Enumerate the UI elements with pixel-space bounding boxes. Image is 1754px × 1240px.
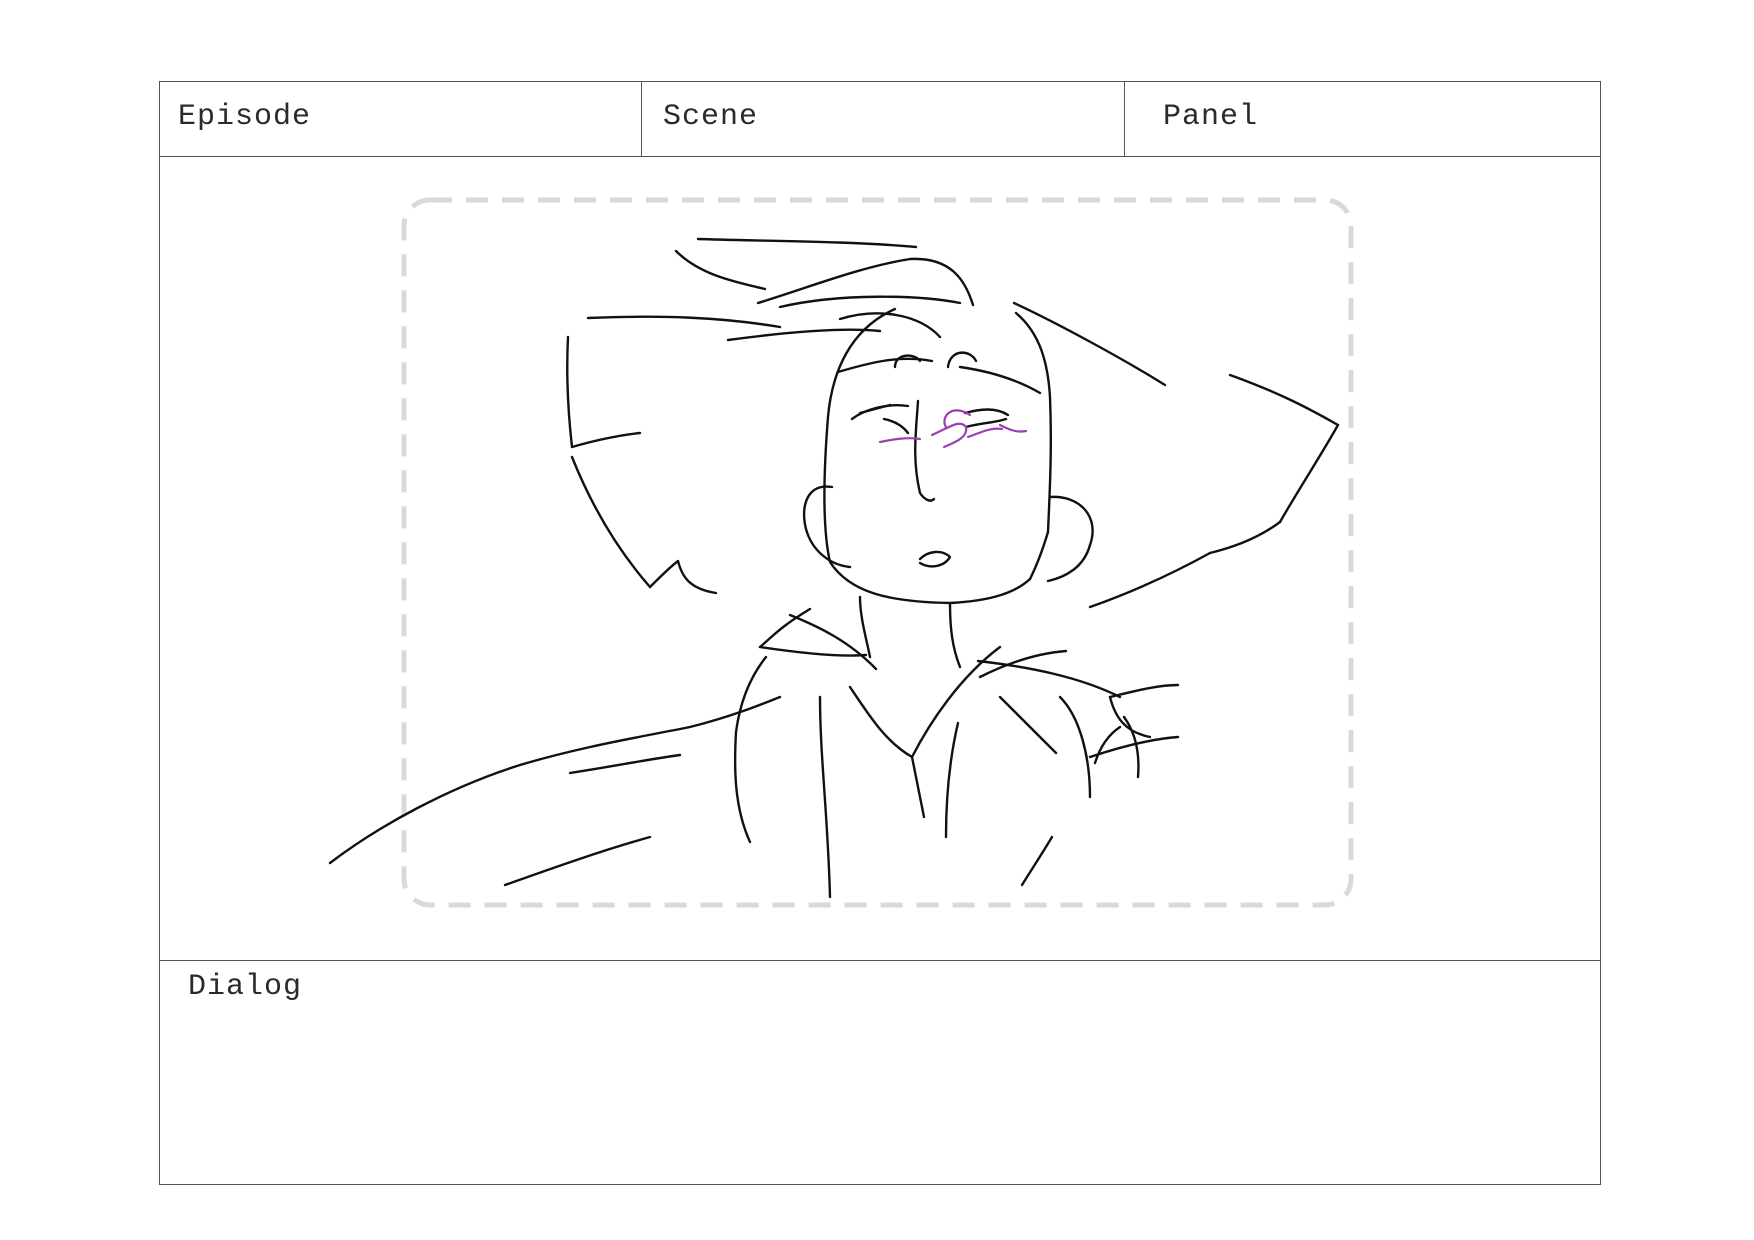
character-sketch [328,237,1340,899]
storyboard-header: Episode Scene Panel [160,82,1600,157]
dialog-area[interactable]: Dialog [160,961,1600,1184]
scene-label: Scene [663,100,759,134]
storyboard-sheet: Episode Scene Panel Dialog [159,81,1601,1185]
episode-label: Episode [178,100,312,134]
panel-field[interactable]: Panel [1125,82,1602,156]
panel-label: Panel [1163,100,1259,134]
panel-drawing-area[interactable] [160,157,1600,961]
dialog-label: Dialog [188,970,303,1004]
blush-marks [878,409,1028,449]
episode-field[interactable]: Episode [160,82,642,156]
scene-field[interactable]: Scene [642,82,1125,156]
sketch-drawing [328,197,1354,908]
